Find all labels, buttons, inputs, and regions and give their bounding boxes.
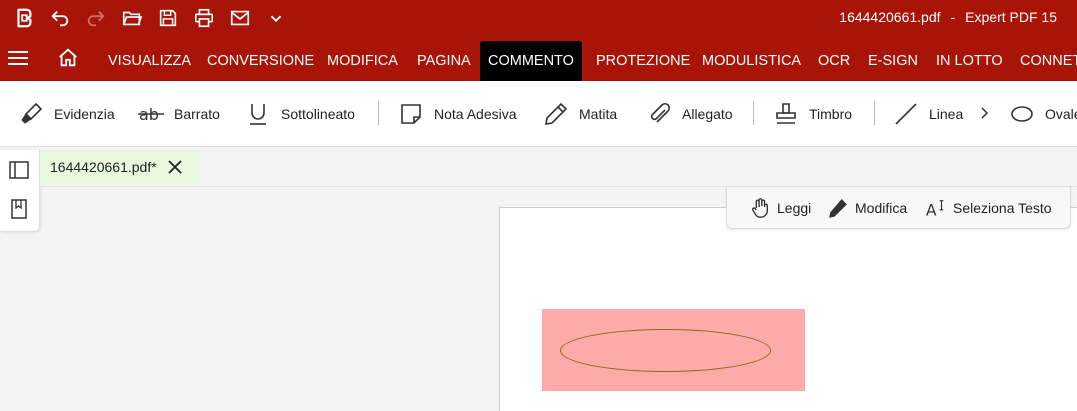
window-title: 1644420661.pdf - Expert PDF 15	[839, 9, 1057, 25]
menu-protezione[interactable]: PROTEZIONE	[588, 36, 698, 81]
title-separator: -	[950, 9, 956, 25]
sticky-note-button[interactable]: Nota Adesiva	[398, 81, 517, 146]
strikeout-icon: ab	[138, 105, 164, 124]
main-menu-bar: VISUALIZZA CONVERSIONE MODIFICA PAGINA C…	[0, 36, 1077, 81]
line-button[interactable]: Linea	[893, 81, 964, 146]
menu-visualizza[interactable]: VISUALIZZA	[100, 36, 199, 81]
text-cursor-icon: A	[926, 200, 944, 219]
menu-e-sign[interactable]: E-SIGN	[860, 36, 926, 81]
attachment-button[interactable]: Allegato	[646, 81, 733, 146]
underline-button[interactable]: Sottolineato	[245, 81, 355, 146]
select-text-button[interactable]: A Seleziona Testo	[925, 187, 1052, 229]
app-logo-icon[interactable]	[6, 0, 42, 36]
document-tab[interactable]: 1644420661.pdf*	[40, 150, 200, 184]
hand-icon	[751, 198, 769, 218]
menu-modulistica[interactable]: MODULISTICA	[694, 36, 809, 81]
oval-icon	[1011, 106, 1033, 122]
paperclip-icon	[650, 102, 671, 123]
strikeout-button[interactable]: ab Barrato	[138, 81, 220, 146]
stamp-label: Timbro	[809, 106, 853, 122]
pencil-button[interactable]: Matita	[543, 81, 618, 146]
strikeout-label: Barrato	[174, 106, 220, 122]
mode-toolbar: Leggi Modifica A Seleziona Testo	[726, 187, 1071, 229]
open-folder-icon[interactable]	[114, 0, 150, 36]
underline-label: Sottolineato	[281, 106, 355, 122]
bookmark-icon[interactable]	[8, 198, 30, 220]
select-text-label: Seleziona Testo	[953, 200, 1052, 216]
chevron-right-icon[interactable]	[978, 105, 990, 121]
document-tab-label: 1644420661.pdf*	[50, 159, 157, 175]
underline-icon	[250, 104, 266, 125]
menu-ocr[interactable]: OCR	[810, 36, 858, 81]
line-icon	[895, 103, 917, 125]
title-file-name: 1644420661.pdf	[839, 9, 941, 25]
undo-icon[interactable]	[42, 0, 78, 36]
save-icon[interactable]	[150, 0, 186, 36]
comment-ribbon: Evidenzia ab Barrato Sottolineato Nota A…	[0, 81, 1077, 147]
pencil-icon	[545, 102, 568, 125]
edit-mode-button[interactable]: Modifica	[827, 187, 907, 229]
menu-in-lotto[interactable]: IN LOTTO	[928, 36, 1011, 81]
pencil-icon	[829, 199, 847, 218]
oval-annotation[interactable]	[560, 329, 771, 372]
close-icon[interactable]	[166, 158, 184, 176]
menu-connetti[interactable]: CONNETTI	[1012, 36, 1077, 81]
highlight-button[interactable]: Evidenzia	[18, 81, 115, 146]
sticky-note-icon	[401, 104, 421, 124]
ribbon-divider	[378, 101, 379, 125]
oval-button[interactable]: Ovale	[1009, 81, 1077, 146]
menu-conversione[interactable]: CONVERSIONE	[199, 36, 322, 81]
home-icon[interactable]	[57, 47, 79, 69]
title-bar: 1644420661.pdf - Expert PDF 15	[0, 0, 1077, 36]
side-panel	[0, 150, 40, 232]
document-tab-bar: 1644420661.pdf*	[40, 147, 1077, 187]
hamburger-menu-icon[interactable]	[8, 50, 28, 66]
menu-modifica[interactable]: MODIFICA	[319, 36, 406, 81]
attachment-label: Allegato	[682, 106, 733, 122]
menu-commento[interactable]: COMMENTO	[480, 41, 582, 81]
read-mode-label: Leggi	[777, 200, 812, 216]
highlighter-icon	[21, 102, 43, 124]
redo-icon[interactable]	[78, 0, 114, 36]
highlight-label: Evidenzia	[54, 106, 115, 122]
quick-access-toolbar	[0, 0, 294, 36]
ribbon-divider	[753, 101, 754, 125]
chevron-down-icon[interactable]	[258, 0, 294, 36]
sidebar-toggle-icon[interactable]	[8, 159, 30, 181]
stamp-button[interactable]: Timbro	[773, 81, 853, 146]
ribbon-divider	[874, 101, 875, 125]
print-icon[interactable]	[186, 0, 222, 36]
stamp-icon	[776, 103, 796, 124]
title-app-name: Expert PDF 15	[965, 9, 1057, 25]
read-mode-button[interactable]: Leggi	[749, 187, 811, 229]
mail-icon[interactable]	[222, 0, 258, 36]
sticky-note-label: Nota Adesiva	[434, 106, 517, 122]
svg-text:A: A	[926, 201, 937, 219]
line-label: Linea	[929, 106, 964, 122]
oval-label: Ovale	[1045, 106, 1077, 122]
menu-pagina[interactable]: PAGINA	[409, 36, 479, 81]
pencil-label: Matita	[579, 106, 618, 122]
edit-mode-label: Modifica	[855, 200, 908, 216]
